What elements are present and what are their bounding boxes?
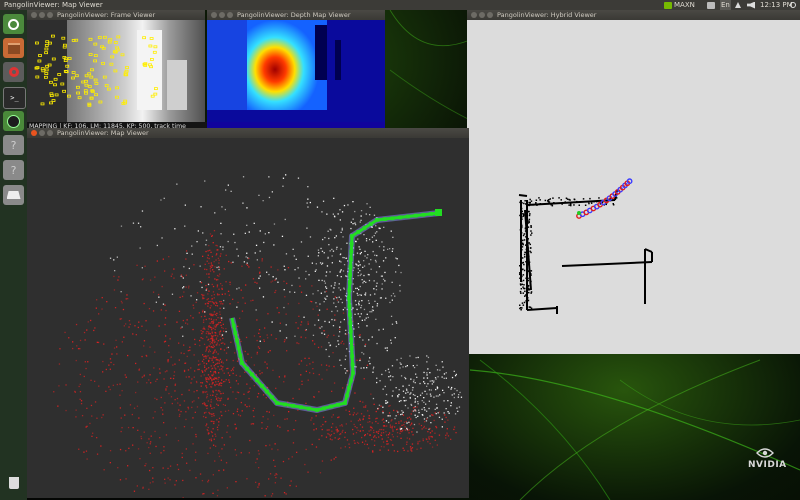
point-cloud — [53, 174, 463, 498]
maximize-icon[interactable] — [47, 130, 53, 136]
map-viewer-title: PangolinViewer: Map Viewer — [57, 129, 149, 137]
close-icon[interactable] — [31, 130, 37, 136]
volume-icon — [747, 1, 755, 9]
depth-map-canvas[interactable] — [207, 20, 385, 132]
maximize-icon[interactable] — [487, 12, 493, 18]
launcher-trash[interactable] — [3, 473, 24, 493]
gear-icon — [790, 2, 796, 8]
minimize-icon[interactable] — [219, 12, 225, 18]
nvidia-icon — [664, 1, 672, 9]
close-icon[interactable] — [471, 12, 477, 18]
launcher-unknown-1[interactable]: ? — [3, 135, 24, 155]
map-viewer-window[interactable]: PangolinViewer: Map Viewer — [27, 128, 469, 498]
system-settings-icon — [8, 67, 19, 77]
file-manager-icon — [7, 42, 20, 54]
system-menu[interactable] — [790, 0, 798, 10]
hybrid-viewer-titlebar[interactable]: PangolinViewer: Hybrid Viewer — [467, 10, 800, 20]
nvidia-logo-icon — [756, 448, 774, 458]
launcher-settings[interactable] — [3, 62, 24, 82]
launcher-unknown-2[interactable]: ? — [3, 160, 24, 180]
occupancy-map — [518, 178, 653, 314]
clock[interactable]: 12:13 PM — [760, 0, 793, 10]
hybrid-viewer-window[interactable]: PangolinViewer: Hybrid Viewer — [467, 10, 800, 354]
keyboard-layout-label: En — [720, 0, 731, 10]
frame-viewer-canvas[interactable] — [27, 20, 205, 122]
wallpaper-brand: NVIDIA — [748, 460, 787, 470]
depth-map-viewer-window[interactable]: PangolinViewer: Depth Map Viewer — [207, 10, 385, 132]
ubuntu-dash-icon — [8, 18, 19, 30]
keyboard-indicator[interactable]: En — [720, 0, 731, 10]
dropbox-icon — [707, 1, 715, 9]
launcher: >_ ? ? — [0, 10, 27, 500]
network-icon — [735, 2, 741, 8]
maximize-icon[interactable] — [227, 12, 233, 18]
launcher-dash[interactable] — [3, 14, 24, 34]
close-icon[interactable] — [211, 12, 217, 18]
volume-indicator[interactable] — [747, 0, 757, 10]
map-viewer-titlebar[interactable]: PangolinViewer: Map Viewer — [27, 128, 469, 138]
depth-map-viewer-titlebar[interactable]: PangolinViewer: Depth Map Viewer — [207, 10, 385, 20]
terminal-icon: >_ — [10, 94, 19, 102]
launcher-drive[interactable] — [3, 185, 24, 205]
minimize-icon[interactable] — [479, 12, 485, 18]
top-panel: PangolinViewer: Map Viewer MAXN En 12:13… — [0, 0, 800, 10]
frame-viewer-title: PangolinViewer: Frame Viewer — [57, 11, 156, 19]
depth-map-viewer-title: PangolinViewer: Depth Map Viewer — [237, 11, 351, 19]
launcher-nvidia[interactable] — [3, 111, 24, 131]
nvidia-power-indicator[interactable]: MAXN — [664, 0, 695, 10]
hybrid-viewer-title: PangolinViewer: Hybrid Viewer — [497, 11, 597, 19]
trash-icon — [8, 477, 19, 489]
dropbox-indicator[interactable] — [707, 0, 717, 10]
network-indicator[interactable] — [735, 0, 743, 10]
hybrid-map-canvas[interactable] — [467, 20, 800, 354]
nvidia-control-icon — [7, 114, 20, 128]
active-window-title: PangolinViewer: Map Viewer — [4, 1, 103, 9]
map-viewer-canvas[interactable] — [27, 138, 469, 498]
frame-viewer-titlebar[interactable]: PangolinViewer: Frame Viewer — [27, 10, 205, 20]
unknown-app-icon: ? — [10, 163, 17, 177]
unknown-app-icon: ? — [10, 138, 17, 152]
frame-viewer-window[interactable]: PangolinViewer: Frame Viewer MAPPING | K… — [27, 10, 207, 132]
depth-map-image — [207, 20, 385, 122]
launcher-files[interactable] — [3, 38, 24, 58]
launcher-terminal[interactable]: >_ — [3, 87, 26, 109]
minimize-icon[interactable] — [39, 130, 45, 136]
keypoint-overlay — [27, 20, 187, 122]
maximize-icon[interactable] — [47, 12, 53, 18]
drive-icon — [6, 191, 21, 199]
minimize-icon[interactable] — [39, 12, 45, 18]
power-mode-label: MAXN — [674, 1, 695, 9]
close-icon[interactable] — [31, 12, 37, 18]
